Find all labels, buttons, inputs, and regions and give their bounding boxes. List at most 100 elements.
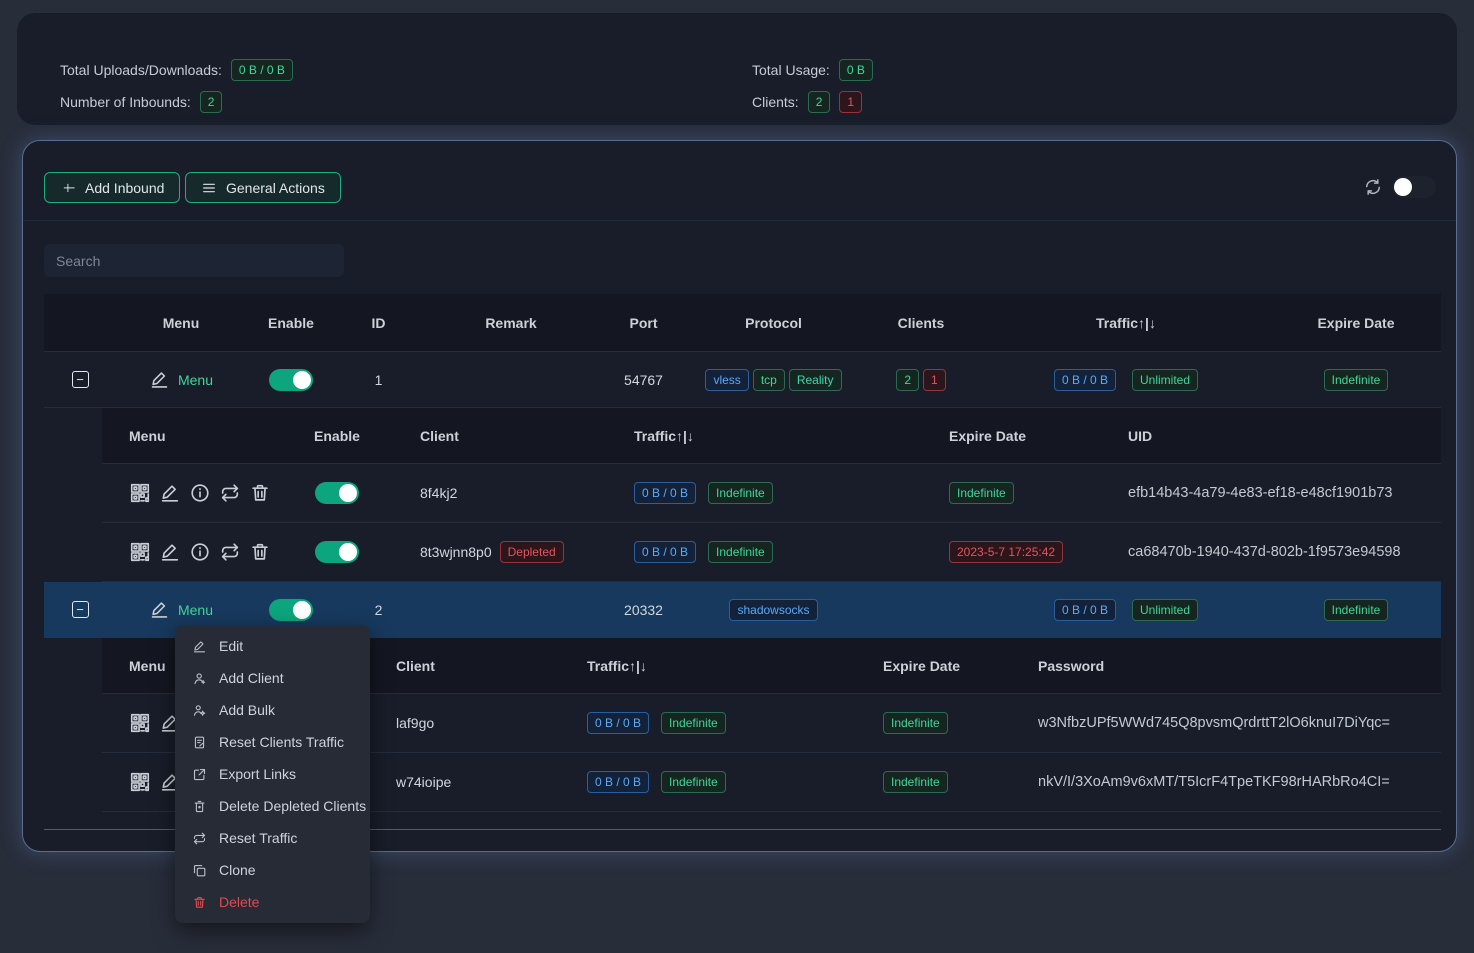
header-menu: Menu: [116, 315, 246, 331]
sort-arrows-icon: ↑|↓: [676, 428, 694, 444]
client-name: 8t3wjnn8p0: [420, 544, 492, 560]
header-traffic-sortable[interactable]: Traffic↑|↓: [981, 315, 1271, 331]
info-icon[interactable]: [189, 482, 211, 504]
inbound-context-menu: Edit Add Client Add Bulk Reset Clients T…: [175, 625, 370, 923]
trash-icon[interactable]: [249, 541, 271, 563]
client-expire: 2023-5-7 17:25:42: [909, 541, 1101, 563]
edit-pencil-icon: [149, 369, 170, 390]
inbound-clients-counts: 2 1: [861, 369, 981, 391]
depleted-badge: Depleted: [500, 541, 564, 563]
client-expire: Indefinite: [909, 482, 1101, 504]
clients-label: Clients:: [752, 94, 799, 110]
inbound-protocol-tags: shadowsocks: [686, 599, 861, 621]
total-usage-value: 0 B: [839, 59, 873, 81]
header-uid: UID: [1101, 428, 1441, 444]
inbound-enable-toggle[interactable]: [269, 369, 313, 391]
expire-badge: Indefinite: [1324, 369, 1389, 391]
header-enable: Enable: [246, 315, 336, 331]
traffic-limit-badge: Indefinite: [708, 541, 773, 563]
stats-right-column: Total Usage: 0 B Clients: 2 1: [752, 59, 873, 123]
context-menu-label: Reset Traffic: [219, 830, 297, 846]
client-name: 8f4kj2: [382, 485, 594, 501]
inbound-menu-link[interactable]: Menu: [149, 599, 213, 620]
context-menu-label: Add Client: [219, 670, 284, 686]
context-menu-item-edit[interactable]: Edit: [175, 630, 370, 662]
inbound-traffic: 0 B / 0 B Unlimited: [981, 369, 1271, 391]
inbound-menu-link[interactable]: Menu: [149, 369, 213, 390]
search-input[interactable]: [44, 244, 344, 277]
dark-mode-toggle[interactable]: [1392, 176, 1436, 198]
context-menu-label: Delete: [219, 894, 259, 910]
inbound-enable-toggle[interactable]: [269, 599, 313, 621]
qr-code-icon[interactable]: [129, 712, 151, 734]
general-actions-label: General Actions: [226, 180, 325, 196]
traffic-limit-badge: Unlimited: [1132, 599, 1198, 621]
trash-icon[interactable]: [249, 482, 271, 504]
expire-badge: Indefinite: [949, 482, 1014, 504]
expire-badge: Indefinite: [1324, 599, 1389, 621]
client-enable-toggle[interactable]: [315, 482, 359, 504]
users-add-icon: [192, 703, 207, 718]
context-menu-item-reset-traffic[interactable]: Reset Traffic: [175, 822, 370, 854]
qr-code-icon[interactable]: [129, 482, 151, 504]
expire-badge: 2023-5-7 17:25:42: [949, 541, 1063, 563]
inbound-protocol-tags: vless tcp Reality: [686, 369, 861, 391]
inbound-traffic: 0 B / 0 B Unlimited: [981, 599, 1271, 621]
refresh-icon[interactable]: [1363, 177, 1383, 197]
header-client: Client: [358, 658, 547, 674]
client-enable-toggle[interactable]: [315, 541, 359, 563]
clients-depleted-badge: 1: [923, 369, 946, 391]
info-icon[interactable]: [189, 541, 211, 563]
qr-code-icon[interactable]: [129, 771, 151, 793]
edit-pencil-icon: [149, 599, 170, 620]
context-menu-item-export-links[interactable]: Export Links: [175, 758, 370, 790]
client-table-1-header: Menu Enable Client Traffic↑|↓ Expire Dat…: [102, 408, 1441, 464]
context-menu-item-reset-clients-traffic[interactable]: Reset Clients Traffic: [175, 726, 370, 758]
header-traffic-sortable[interactable]: Traffic↑|↓: [547, 658, 843, 674]
number-of-inbounds-label: Number of Inbounds:: [60, 94, 191, 110]
general-actions-button[interactable]: General Actions: [185, 172, 341, 203]
header-traffic-sortable[interactable]: Traffic↑|↓: [594, 428, 909, 444]
expire-badge: Indefinite: [883, 712, 948, 734]
client-password: nkV/I/3XoAm9v6xMT/T5IcrF4TpeTKF98rHARbRo…: [998, 774, 1441, 790]
expire-badge: Indefinite: [883, 771, 948, 793]
header-clients: Clients: [861, 315, 981, 331]
header-password: Password: [998, 658, 1441, 674]
context-menu-item-add-bulk[interactable]: Add Bulk: [175, 694, 370, 726]
context-menu-item-delete[interactable]: Delete: [175, 886, 370, 918]
traffic-badge: 0 B / 0 B: [1054, 599, 1116, 621]
inbound-row-1: − Menu 1 54767 vless tcp Reality 2 1 0 B…: [44, 352, 1441, 408]
context-menu-item-delete-depleted-clients[interactable]: Delete Depleted Clients: [175, 790, 370, 822]
context-menu-item-add-client[interactable]: Add Client: [175, 662, 370, 694]
collapse-row-button[interactable]: −: [72, 601, 89, 618]
context-menu-label: Edit: [219, 638, 243, 654]
traffic-badge: 0 B / 0 B: [634, 482, 696, 504]
stats-panel: Total Uploads/Downloads: 0 B / 0 B Numbe…: [17, 13, 1457, 125]
clients-active-count: 2: [808, 91, 831, 113]
sort-arrows-icon: ↑|↓: [1138, 315, 1156, 331]
protocol-tag: tcp: [753, 369, 785, 391]
export-icon: [192, 767, 207, 782]
reset-traffic-icon[interactable]: [219, 482, 241, 504]
reset-traffic-icon[interactable]: [219, 541, 241, 563]
client-name: w74ioipe: [358, 774, 547, 790]
sort-arrows-icon: ↑|↓: [629, 658, 647, 674]
collapse-row-button[interactable]: −: [72, 371, 89, 388]
client-table-1: Menu Enable Client Traffic↑|↓ Expire Dat…: [102, 408, 1441, 582]
header-enable: Enable: [292, 428, 382, 444]
client-traffic: 0 B / 0 B Indefinite: [547, 712, 843, 734]
client-password: w3NfbzUPf5WWd745Q8pvsmQrdrttT2lO6knuI7Di…: [998, 715, 1441, 731]
header-protocol: Protocol: [686, 315, 861, 331]
menu-link-label: Menu: [178, 602, 213, 618]
context-menu-item-clone[interactable]: Clone: [175, 854, 370, 886]
edit-pencil-icon[interactable]: [159, 482, 181, 504]
file-reset-icon: [192, 735, 207, 750]
add-inbound-button[interactable]: Add Inbound: [44, 172, 180, 203]
header-port: Port: [601, 315, 686, 331]
stat-total-uploads-downloads: Total Uploads/Downloads: 0 B / 0 B: [60, 59, 293, 81]
context-menu-label: Delete Depleted Clients: [219, 798, 366, 814]
number-of-inbounds-value: 2: [200, 91, 223, 113]
qr-code-icon[interactable]: [129, 541, 151, 563]
edit-pencil-icon[interactable]: [159, 541, 181, 563]
inbound-id: 2: [336, 602, 421, 618]
